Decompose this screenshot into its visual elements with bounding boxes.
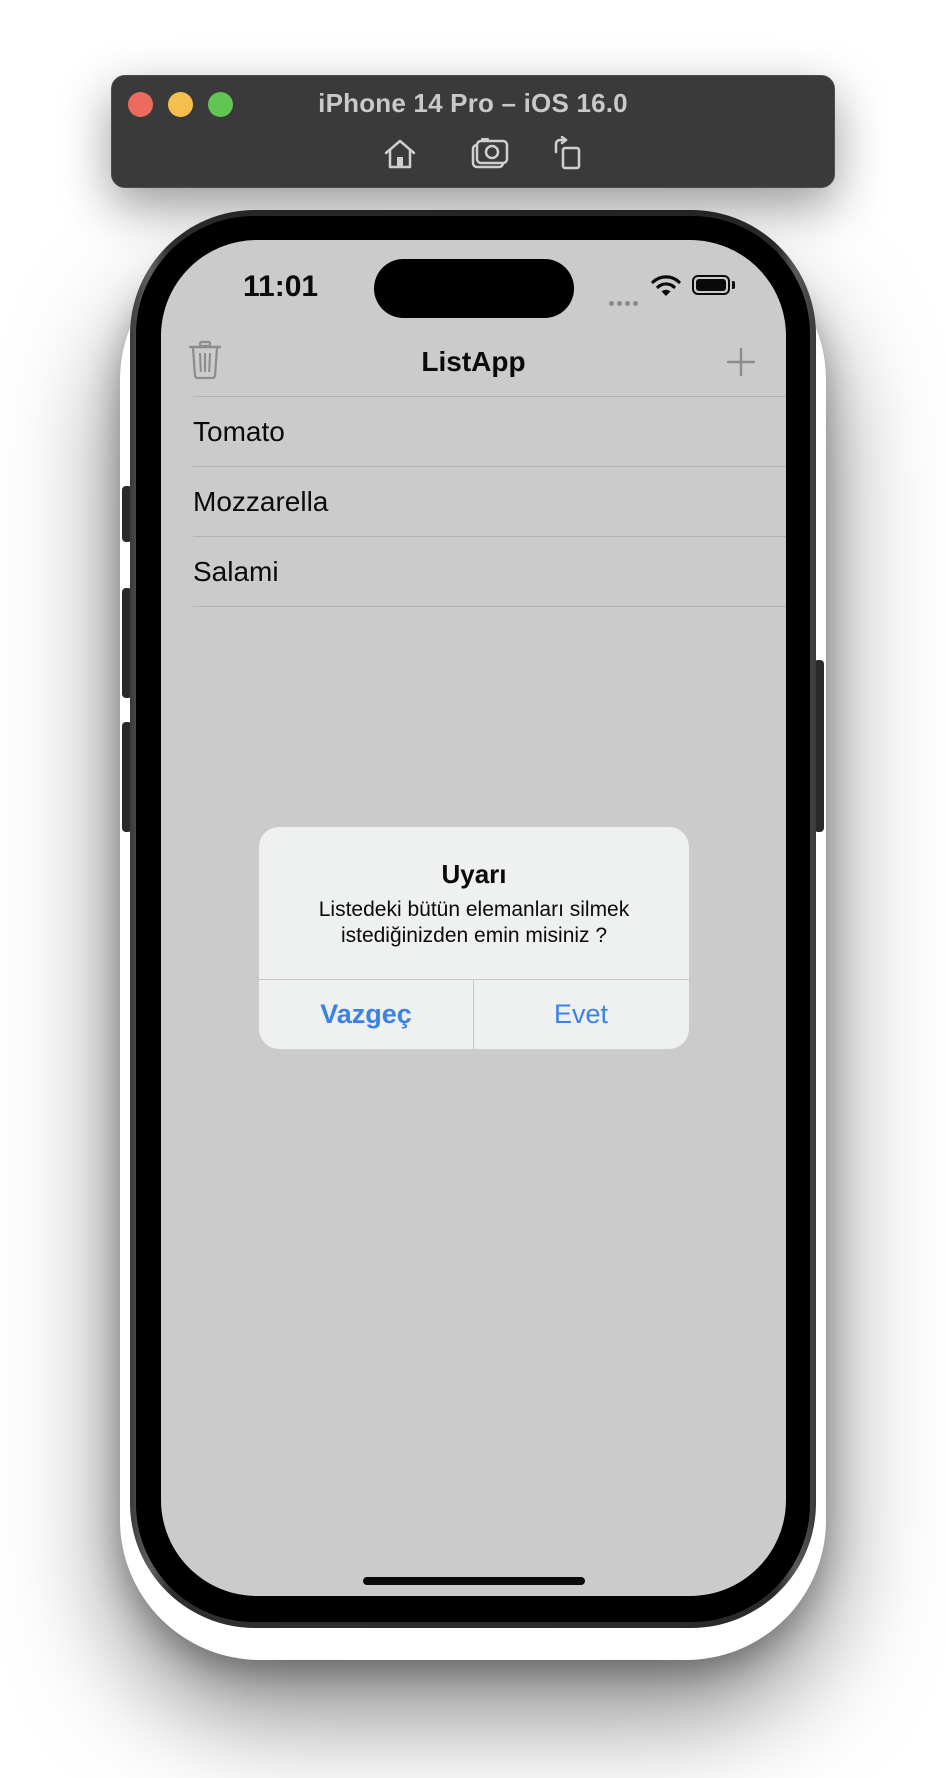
wifi-icon — [651, 274, 681, 298]
simulator-titlebar: iPhone 14 Pro – iOS 16.0 — [111, 75, 835, 188]
list-item-label: Mozzarella — [193, 486, 329, 517]
screenshot-icon[interactable] — [470, 136, 510, 172]
battery-icon — [692, 275, 730, 295]
row-divider — [193, 606, 786, 607]
list-item-label: Tomato — [193, 416, 285, 447]
rotate-icon[interactable] — [548, 135, 588, 172]
alert-message: Listedeki bütün elemanları silmek istedi… — [279, 897, 669, 949]
alert-title: Uyarı — [441, 859, 507, 889]
home-indicator[interactable] — [363, 1577, 585, 1585]
home-icon[interactable] — [380, 136, 420, 172]
alert-message-line: Listedeki bütün elemanları silmek — [318, 898, 630, 921]
cellular-signal-icon — [609, 293, 641, 311]
nav-title: ListApp — [421, 346, 526, 377]
alert-message-line: istediğinizden emin misiniz ? — [340, 924, 608, 947]
dynamic-island — [374, 259, 574, 318]
confirm-button[interactable]: Evet — [474, 980, 688, 1049]
status-time: 11:01 — [243, 270, 319, 303]
list-item[interactable]: Mozzarella — [193, 466, 786, 536]
simulator-title: iPhone 14 Pro – iOS 16.0 — [318, 88, 628, 118]
plus-icon[interactable] — [725, 346, 757, 378]
alert-dialog: Uyarı Listedeki bütün elemanları silmek … — [259, 827, 689, 1049]
phone-screen: 11:01 ListApp Tomato Mozzarella Salami U… — [161, 240, 786, 1596]
battery-tip — [732, 281, 735, 289]
list-item[interactable]: Salami — [193, 536, 786, 606]
cancel-button[interactable]: Vazgeç — [259, 980, 473, 1049]
list-item-label: Salami — [193, 556, 279, 587]
list-item[interactable]: Tomato — [193, 396, 786, 466]
